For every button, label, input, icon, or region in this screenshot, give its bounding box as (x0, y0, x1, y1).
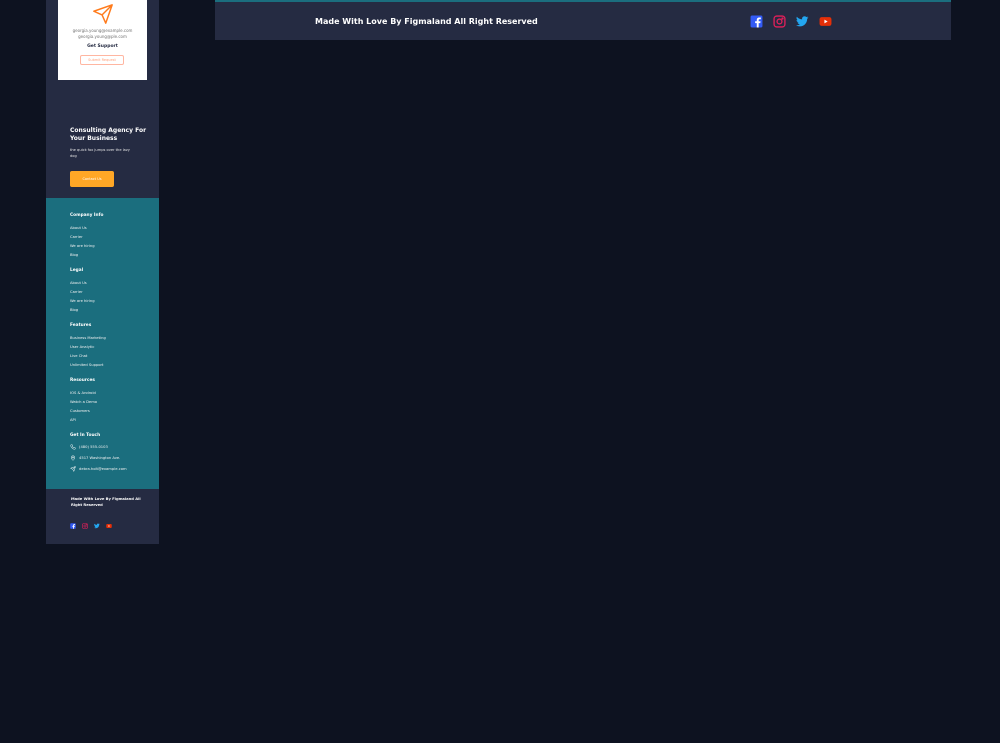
desktop-copyright: Made With Love By Figmaland All Right Re… (315, 17, 538, 26)
company-link-carrier[interactable]: Carrier (70, 235, 83, 239)
features-link-marketing[interactable]: Business Marketing (70, 336, 106, 340)
resources-link-api[interactable]: API (70, 418, 76, 422)
facebook-icon[interactable] (750, 15, 763, 28)
get-in-touch-title: Get In Touch (70, 433, 101, 438)
desktop-social-icons (750, 15, 832, 28)
mobile-copyright: Made With Love By Figmaland All Right Re… (71, 497, 141, 507)
twitter-icon[interactable] (796, 15, 809, 28)
footer-links: Company Info About Us Carrier We are hir… (46, 198, 159, 489)
legal-title: Legal (70, 268, 84, 273)
company-info-title: Company Info (70, 213, 104, 218)
email-text: debra.holt@example.com (79, 467, 127, 471)
support-card: georgia.young@example.com georgia.young@… (58, 0, 147, 80)
resources-title: Resources (70, 378, 95, 383)
mobile-social-icons (70, 523, 112, 529)
address-text: 4517 Washington Ave. (79, 456, 121, 460)
phone-icon (70, 444, 76, 450)
company-link-about[interactable]: About Us (70, 226, 87, 230)
legal-link-carrier[interactable]: Carrier (70, 290, 83, 294)
twitter-icon[interactable] (94, 523, 100, 529)
paper-plane-icon (93, 4, 113, 24)
legal-link-hiring[interactable]: We are hiring (70, 299, 95, 303)
contact-us-button[interactable]: Contact Us (70, 171, 114, 187)
features-title: Features (70, 323, 92, 328)
instagram-icon[interactable] (773, 15, 786, 28)
legal-link-blog[interactable]: Blog (70, 308, 78, 312)
features-link-chat[interactable]: Live Chat (70, 354, 87, 358)
phone-text: (480) 555-0103 (79, 445, 108, 449)
location-pin-icon (70, 455, 76, 461)
contact-address[interactable]: 4517 Washington Ave. (70, 455, 120, 461)
features-link-support[interactable]: Unlimited Support (70, 363, 104, 367)
facebook-icon[interactable] (70, 523, 76, 529)
youtube-icon[interactable] (106, 523, 112, 529)
company-link-blog[interactable]: Blog (70, 253, 78, 257)
resources-link-ios[interactable]: IOS & Android (70, 391, 96, 395)
features-link-analytic[interactable]: User Analytic (70, 345, 94, 349)
hero-title: Consulting Agency For Your Business (70, 127, 147, 142)
desktop-footer-bar: Made With Love By Figmaland All Right Re… (215, 0, 951, 40)
mobile-footer-bar: Made With Love By Figmaland All Right Re… (46, 489, 159, 544)
hero-text: the quick fox jumps over the lazy dog (70, 148, 130, 158)
support-email-1[interactable]: georgia.young@example.com (58, 28, 147, 33)
resources-link-demo[interactable]: Watch a Demo (70, 400, 97, 404)
resources-link-customers[interactable]: Customers (70, 409, 90, 413)
instagram-icon[interactable] (82, 523, 88, 529)
send-icon (70, 466, 76, 472)
support-email-2[interactable]: georgia.young@ple.com (58, 34, 147, 39)
youtube-icon[interactable] (819, 15, 832, 28)
mobile-preview: georgia.young@example.com georgia.young@… (46, 0, 159, 544)
contact-phone[interactable]: (480) 555-0103 (70, 444, 108, 450)
support-title: Get Support (87, 44, 118, 49)
legal-link-about[interactable]: About Us (70, 281, 87, 285)
submit-request-button[interactable]: Submit Request (80, 55, 124, 65)
contact-email[interactable]: debra.holt@example.com (70, 466, 127, 472)
company-link-hiring[interactable]: We are hiring (70, 244, 95, 248)
